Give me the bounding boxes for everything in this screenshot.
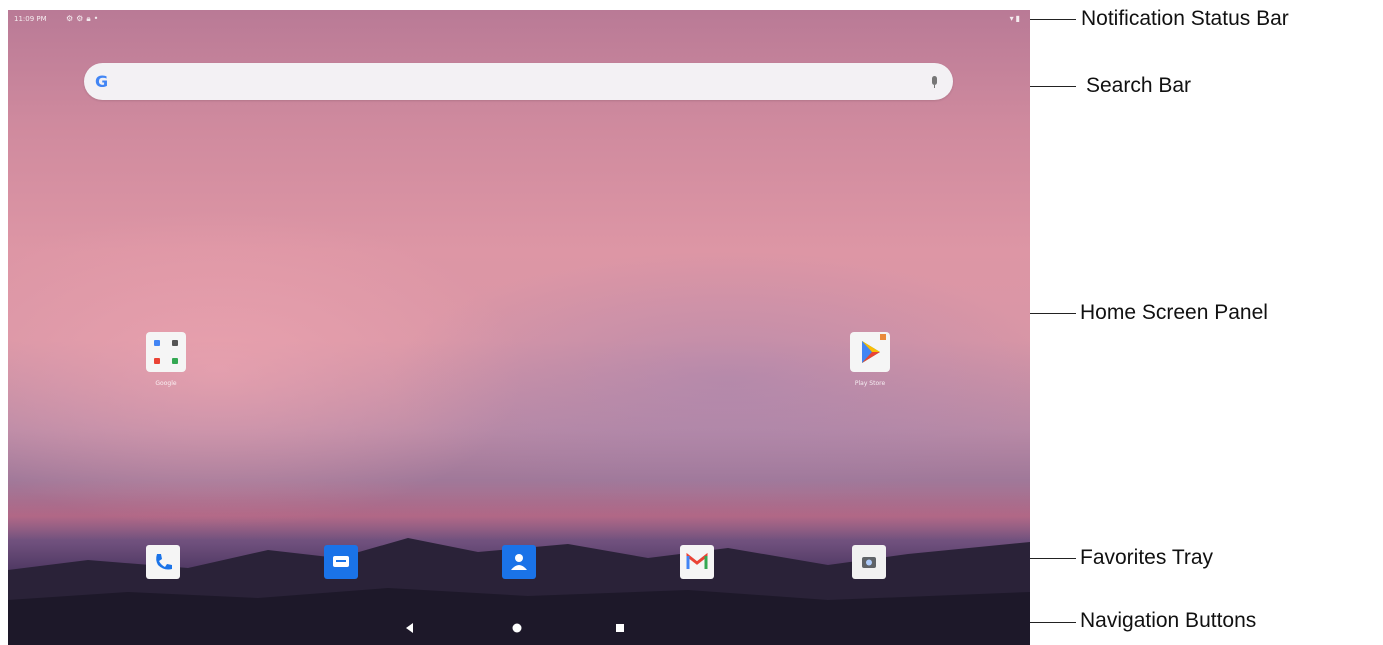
contacts-icon[interactable]	[502, 545, 536, 579]
callout-home-panel: Home Screen Panel	[1080, 301, 1268, 324]
lock-icon: 🔒︎	[86, 14, 94, 23]
gmail-m-icon	[686, 552, 708, 569]
gmail-icon[interactable]	[680, 545, 714, 579]
message-bubble-icon	[333, 556, 349, 567]
callout-line-status	[1030, 19, 1076, 20]
folder-app-dot	[172, 340, 178, 346]
callout-line-navigation	[1030, 622, 1076, 623]
device-screen: 11:09 PM ⚙⚙🔒︎• ▾▮ G Google Play Store	[8, 10, 1030, 645]
mic-icon[interactable]	[932, 76, 937, 88]
notification-dot-icon: •	[93, 14, 102, 23]
callout-search-bar: Search Bar	[1086, 74, 1192, 97]
wallpaper-haze	[388, 250, 1030, 510]
folder-app-dot	[154, 358, 160, 364]
callout-status-bar: Notification Status Bar	[1081, 7, 1289, 30]
callout-favorites-tray: Favorites Tray	[1080, 546, 1214, 569]
phone-icon[interactable]	[146, 545, 180, 579]
google-folder-icon[interactable]	[146, 332, 186, 372]
camera-lens-icon	[862, 557, 876, 568]
play-store-label: Play Store	[854, 380, 886, 387]
recents-icon[interactable]	[614, 622, 626, 634]
status-time: 11:09 PM	[14, 15, 47, 23]
status-left-icons: ⚙⚙🔒︎•	[66, 14, 101, 24]
home-icon[interactable]	[511, 622, 523, 634]
callout-line-favorites	[1030, 558, 1076, 559]
status-right-icons: ▾▮	[1010, 14, 1022, 23]
camera-icon[interactable]	[852, 545, 886, 579]
phone-handset-icon	[156, 554, 172, 570]
google-folder-label: Google	[155, 380, 177, 387]
messages-icon[interactable]	[324, 545, 358, 579]
callout-line-search	[1030, 86, 1076, 87]
google-logo-icon: G	[95, 72, 109, 91]
folder-app-dot	[154, 340, 160, 346]
back-icon[interactable]	[404, 622, 416, 634]
callout-line-home	[1030, 313, 1076, 314]
callout-navigation-buttons: Navigation Buttons	[1080, 609, 1257, 632]
search-bar[interactable]: G	[84, 63, 953, 100]
settings-icon: ⚙	[66, 14, 77, 23]
settings-icon: ⚙	[76, 14, 87, 23]
play-store-icon[interactable]	[850, 332, 890, 372]
notification-status-bar[interactable]: 11:09 PM ⚙⚙🔒︎• ▾▮	[8, 10, 1030, 28]
battery-icon: ▮	[1015, 14, 1022, 23]
person-icon	[511, 554, 527, 570]
play-triangle-icon	[862, 334, 886, 363]
folder-app-dot	[172, 358, 178, 364]
